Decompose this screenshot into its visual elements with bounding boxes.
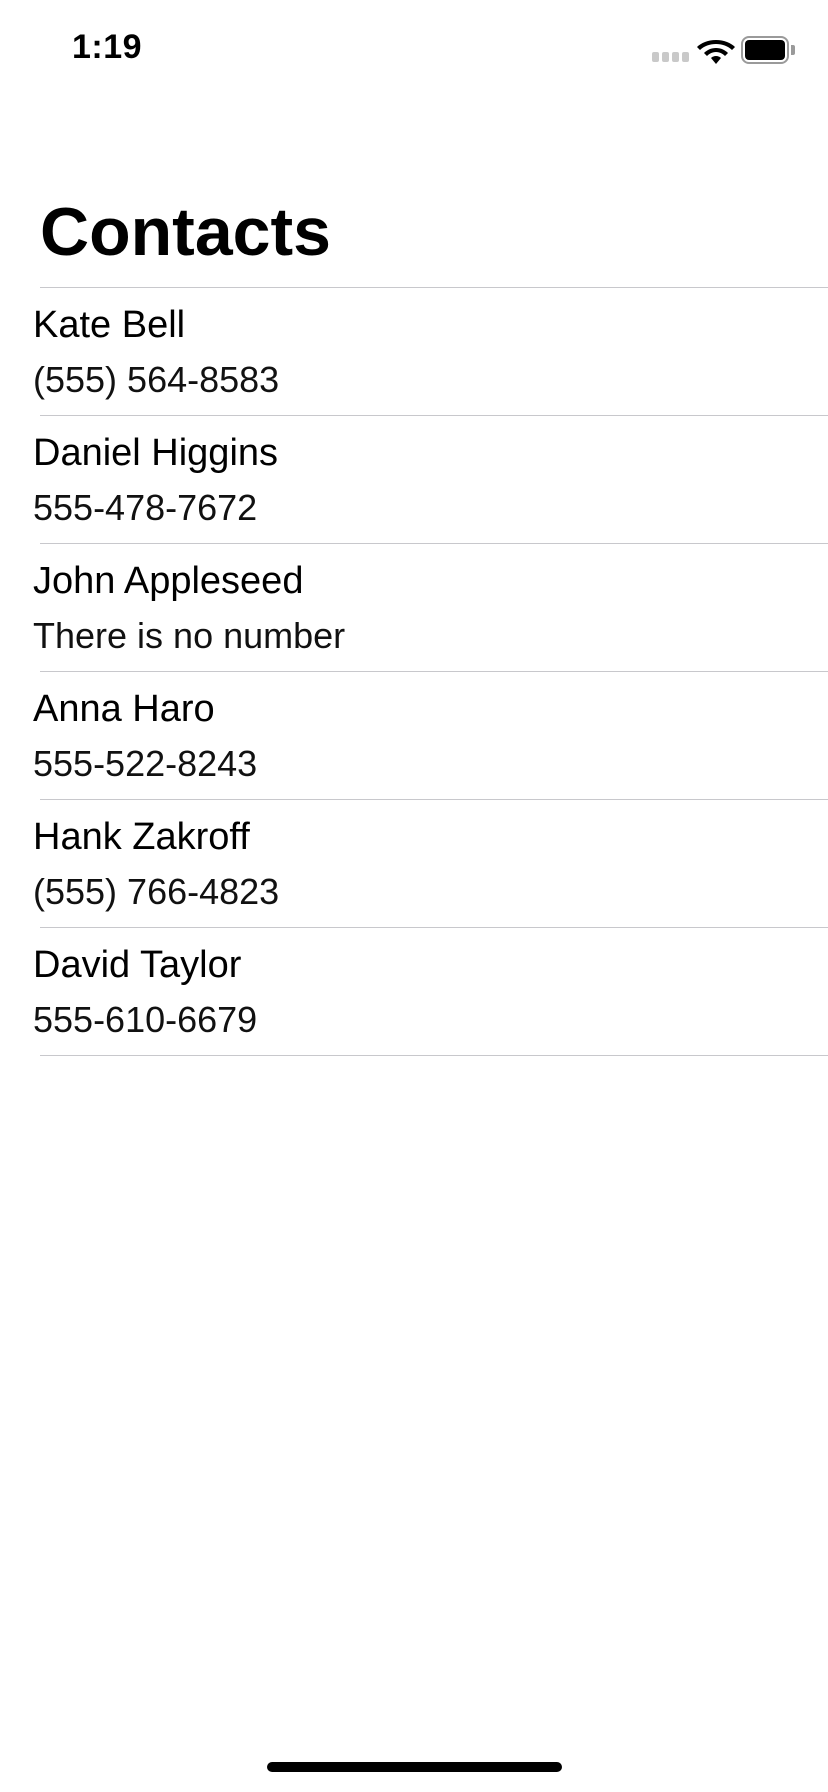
signal-icon [652,52,692,62]
contact-row[interactable]: Kate Bell (555) 564-8583 [0,288,828,415]
status-bar: 1:19 [0,0,828,100]
contact-name: John Appleseed [33,560,304,602]
contact-row[interactable]: John Appleseed There is no number [0,544,828,671]
contact-row[interactable]: Anna Haro 555-522-8243 [0,672,828,799]
contact-name: Kate Bell [33,304,186,346]
contact-row[interactable]: Hank Zakroff (555) 766-4823 [0,800,828,927]
contact-phone: There is no number [33,615,346,656]
contact-name: David Taylor [33,944,242,986]
contact-name: Anna Haro [33,688,215,730]
contact-phone: 555-522-8243 [33,743,258,784]
wifi-icon [697,40,735,64]
contact-name: Hank Zakroff [33,816,250,858]
contact-phone: 555-610-6679 [33,999,258,1040]
list-separator [40,1055,828,1056]
contacts-list: Kate Bell (555) 564-8583 Daniel Higgins … [0,287,828,1056]
contact-name: Daniel Higgins [33,432,279,474]
home-indicator[interactable] [267,1762,562,1772]
page-title: Contacts [40,194,331,270]
battery-icon [741,36,795,64]
contact-phone: (555) 564-8583 [33,359,280,400]
contact-row[interactable]: Daniel Higgins 555-478-7672 [0,416,828,543]
contact-phone: 555-478-7672 [33,487,258,528]
contact-phone: (555) 766-4823 [33,871,280,912]
status-time: 1:19 [72,28,143,66]
contact-row[interactable]: David Taylor 555-610-6679 [0,928,828,1055]
